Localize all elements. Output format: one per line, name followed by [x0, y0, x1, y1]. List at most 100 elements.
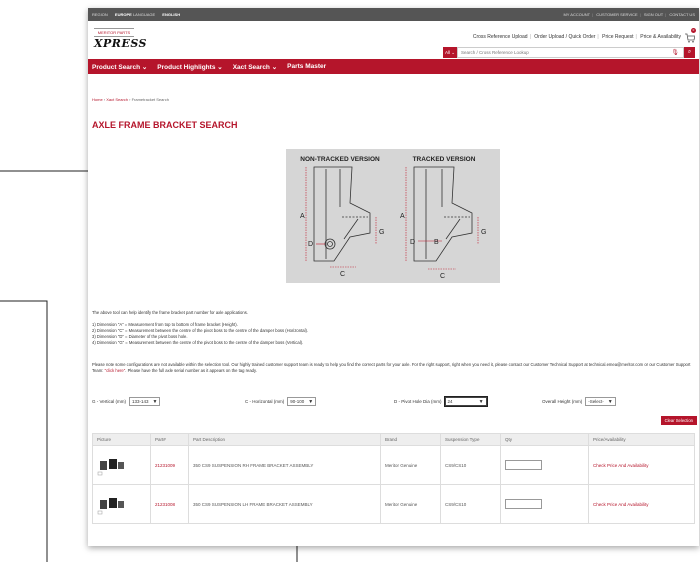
results-table: Picture Part# Part Description Brand Sus… — [92, 433, 695, 524]
dimension-g-text: 4) Dimension "G" = Measurement between t… — [92, 340, 304, 345]
region-selector[interactable]: EUROPE — [115, 12, 132, 17]
account-links: MY ACCOUNT | CUSTOMER SERVICE | SIGN OUT | … — [563, 12, 695, 17]
region-language: REGION EUROPE LANGUAGE ENGLISH — [92, 12, 180, 17]
col-brand: Brand — [380, 433, 441, 446]
table-row: 21231008 350 CS9 SUSPENSION LH FRAME BRA… — [92, 484, 695, 524]
col-qty: Qty — [500, 433, 589, 446]
brand-cell: Meritor Genuine — [380, 484, 441, 524]
my-account-link[interactable]: MY ACCOUNT — [563, 12, 590, 17]
frame-bracket-diagram: NON-TRACKED VERSION TRACKED VERSION A G … — [286, 149, 500, 283]
cart-count-badge: 0 — [691, 28, 696, 33]
filter-c-select[interactable]: 90-100 ▼ — [287, 397, 317, 406]
part-description: 350 CS9 SUSPENSION RH FRAME BRACKET ASSE… — [188, 445, 381, 485]
logo-subtitle: MERITOR PARTS — [94, 28, 134, 37]
diagram-left-label-a: A — [300, 213, 305, 220]
col-description: Part Description — [188, 433, 381, 446]
cross-reference-upload-link[interactable]: Cross Reference Upload — [473, 34, 528, 40]
tracked-bracket-drawing — [413, 166, 473, 262]
region-label: REGION — [92, 12, 108, 17]
browser-page: REGION EUROPE LANGUAGE ENGLISH MY ACCOUN… — [88, 8, 699, 546]
product-thumbnail[interactable] — [92, 445, 151, 485]
part-number-link[interactable]: 21231008 — [150, 484, 189, 524]
diagram-left-label-d: D — [308, 241, 313, 248]
col-part: Part# — [150, 433, 189, 446]
clear-selection-button[interactable]: Clear Selection — [660, 416, 697, 425]
dropdown-arrow-icon: ▼ — [607, 398, 613, 405]
product-thumbnail[interactable] — [92, 484, 151, 524]
dropdown-arrow-icon: ▼ — [308, 398, 314, 405]
diagram-right-title: TRACKED VERSION — [413, 156, 476, 163]
main-navigation: Product Search ⌄ Product Highlights ⌄ Xa… — [88, 59, 699, 74]
page-title: AXLE FRAME BRACKET SEARCH — [92, 120, 238, 130]
dropdown-arrow-icon: ▼ — [152, 398, 158, 405]
search-input[interactable] — [457, 47, 684, 58]
filter-c-horizontal: C - Horizontal (mm) 90-100 ▼ — [245, 397, 317, 406]
dropdown-arrow-icon: ▼ — [478, 398, 484, 405]
col-suspension: Suspension Type — [440, 433, 501, 446]
col-availability: Price/Availability — [588, 433, 695, 446]
nav-xact-search[interactable]: Xact Search ⌄ — [233, 63, 277, 71]
check-price-link[interactable]: Check Price And Availability — [588, 445, 695, 485]
logo-title: XPRESS — [94, 37, 147, 50]
diagram-left-label-g: G — [379, 229, 384, 236]
filter-d-select[interactable]: 24 ▼ — [444, 397, 487, 406]
price-request-link[interactable]: Price Request — [602, 34, 633, 40]
quantity-input[interactable] — [505, 498, 542, 509]
search-bar: All ⌄ 🎙 ⌕ — [443, 47, 695, 58]
qty-cell — [500, 484, 589, 524]
filter-g-label: G - Vertical (mm) — [92, 399, 127, 404]
diagram-right-label-a: A — [400, 213, 405, 220]
nav-product-highlights[interactable]: Product Highlights ⌄ — [157, 63, 222, 71]
filter-height-label: Overall Height (mm) — [542, 399, 583, 404]
breadcrumb-home[interactable]: Home — [92, 97, 103, 102]
suspension-cell: CS9/CS10 — [440, 484, 501, 524]
search-icon: ⌕ — [687, 49, 692, 55]
dimension-definitions: 1) Dimension "A" = Measurement from top … — [92, 322, 308, 346]
non-tracked-bracket-drawing — [313, 166, 371, 262]
price-availability-link[interactable]: Price & Availability — [640, 34, 681, 40]
diagram-right-label-c: C — [440, 273, 445, 280]
breadcrumb-current: Frametracket Search — [131, 97, 169, 102]
nav-parts-master[interactable]: Parts Master — [287, 63, 326, 70]
cart-icon[interactable]: 0 — [685, 28, 696, 43]
breadcrumb-xact-search[interactable]: Xact Search — [106, 97, 128, 102]
search-scope-dropdown[interactable]: All ⌄ — [443, 47, 457, 58]
diagram-right-label-d: D — [410, 239, 415, 246]
suspension-cell: CS9/CS10 — [440, 445, 501, 485]
support-note: Please note some configurations are not … — [92, 362, 691, 373]
diagram-left-label-c: C — [340, 271, 345, 278]
diagram-right-label-g: G — [481, 229, 486, 236]
filter-g-select[interactable]: 133-143 ▼ — [129, 397, 161, 406]
quantity-input[interactable] — [505, 459, 542, 470]
order-upload-link[interactable]: Order Upload / Quick Order — [534, 34, 595, 40]
filter-c-label: C - Horizontal (mm) — [245, 399, 285, 404]
site-header: MERITOR PARTS XPRESS Cross Reference Upl… — [88, 21, 699, 59]
check-price-link[interactable]: Check Price And Availability — [588, 484, 695, 524]
brand-cell: Meritor Genuine — [380, 445, 441, 485]
microphone-icon[interactable]: 🎙 — [671, 49, 679, 56]
customer-service-link[interactable]: CUSTOMER SERVICE — [596, 12, 637, 17]
top-utility-bar: REGION EUROPE LANGUAGE ENGLISH MY ACCOUN… — [88, 8, 699, 21]
part-number-link[interactable]: 21231009 — [150, 445, 189, 485]
language-label: LANGUAGE — [132, 12, 156, 17]
callout-line-filters — [0, 300, 48, 562]
filter-d-label: D - Pivot Hole Dia (mm) — [394, 399, 442, 404]
diagram-right-label-b: B — [434, 239, 439, 246]
col-picture: Picture — [92, 433, 151, 446]
table-header-row: Picture Part# Part Description Brand Sus… — [92, 433, 695, 446]
qty-cell — [500, 445, 589, 485]
sign-out-link[interactable]: SIGN OUT — [644, 12, 663, 17]
diagram-left-title: NON-TRACKED VERSION — [300, 156, 380, 163]
main-content: Home › Xact Search › Frametracket Search… — [88, 97, 699, 130]
language-selector[interactable]: ENGLISH — [162, 12, 180, 17]
nav-product-search[interactable]: Product Search ⌄ — [92, 63, 147, 71]
search-button[interactable]: ⌕ — [684, 47, 695, 58]
filter-overall-height: Overall Height (mm) -Select- ▼ — [542, 397, 616, 406]
filter-height-select[interactable]: -Select- ▼ — [585, 397, 616, 406]
intro-text: The above tool can help identify the fra… — [92, 310, 248, 315]
contact-us-link[interactable]: CONTACT US — [669, 12, 695, 17]
click-here-link[interactable]: "click here" — [105, 368, 126, 373]
site-logo[interactable]: MERITOR PARTS XPRESS — [94, 28, 147, 52]
filter-row: G - Vertical (mm) 133-143 ▼ C - Horizonta… — [92, 397, 695, 411]
breadcrumb: Home › Xact Search › Frametracket Search — [92, 97, 169, 102]
